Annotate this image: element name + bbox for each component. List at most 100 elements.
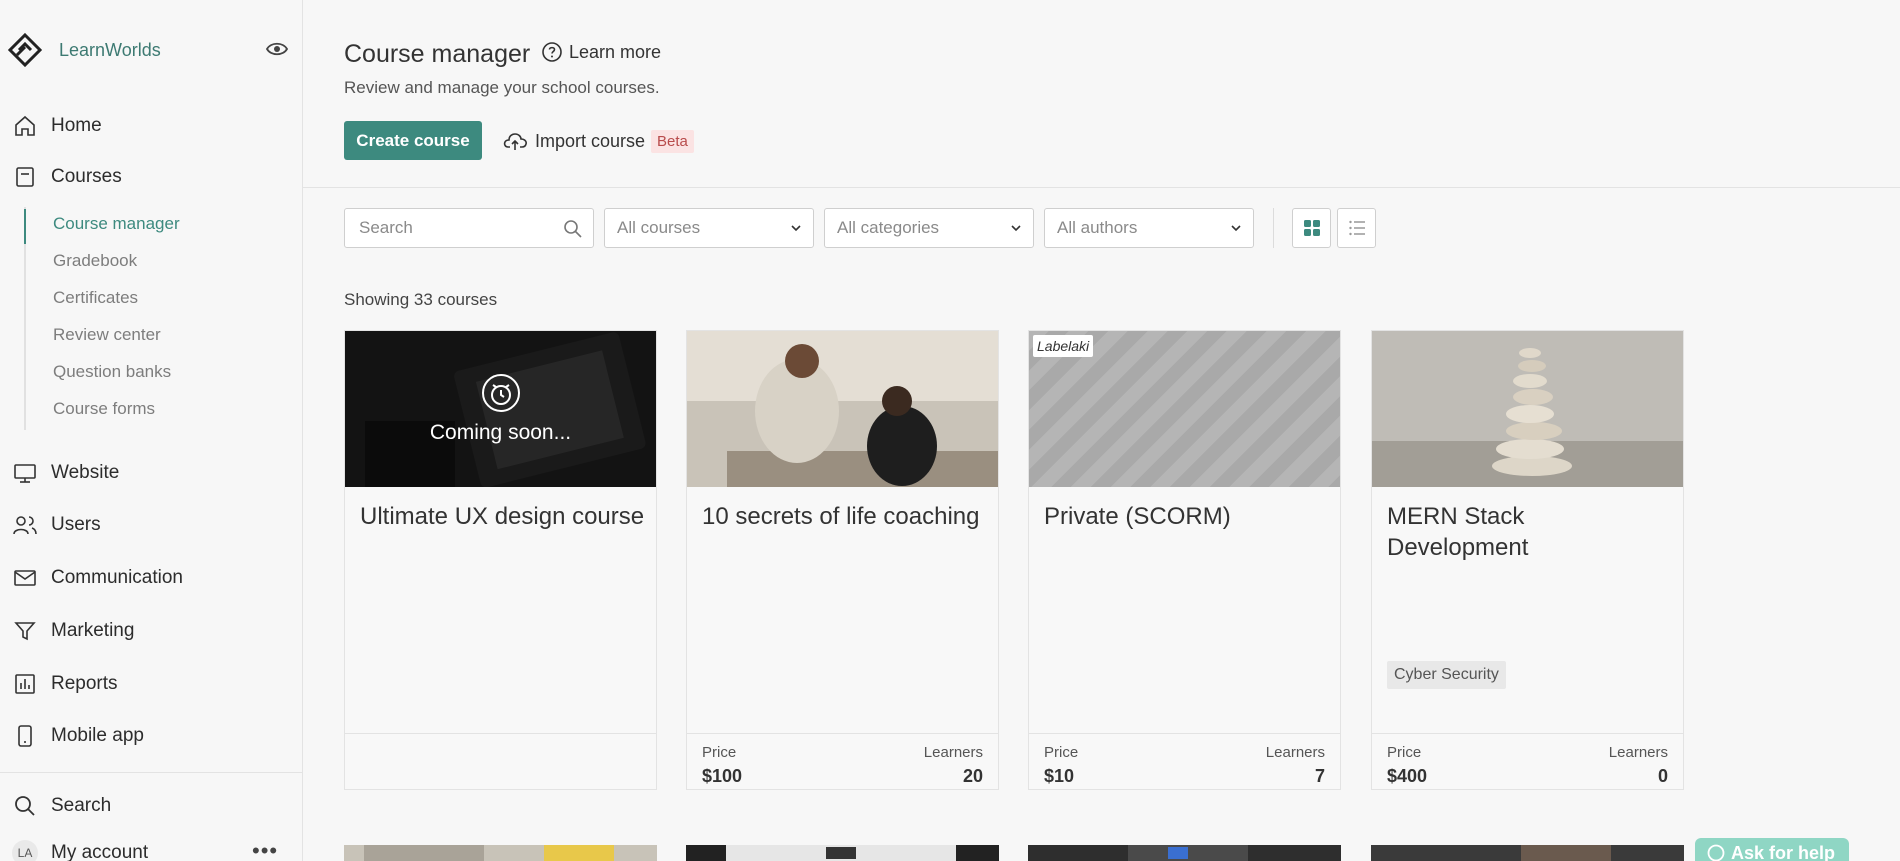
nav-label: Communication — [51, 567, 183, 588]
subnav-item-course-forms[interactable]: Course forms — [53, 399, 155, 419]
course-footer: Price $10 Learners 7 — [1029, 733, 1340, 790]
course-card-peek[interactable] — [1371, 845, 1684, 861]
nav-label: Courses — [51, 166, 122, 187]
course-card[interactable]: 10 secrets of life coaching Price $100 L… — [686, 330, 999, 790]
nav-item-website[interactable]: Website — [12, 457, 119, 489]
price-value: $400 — [1387, 766, 1428, 786]
home-icon — [12, 113, 38, 139]
filter-icon — [12, 618, 38, 644]
course-image — [726, 845, 956, 861]
subnav-item-certificates[interactable]: Certificates — [53, 288, 138, 308]
grid-view-button[interactable] — [1292, 208, 1331, 248]
subnav-item-gradebook[interactable]: Gradebook — [53, 251, 137, 271]
nav-item-search[interactable]: Search — [12, 790, 111, 822]
monitor-icon — [12, 460, 38, 486]
users-icon — [12, 512, 38, 538]
beta-badge: Beta — [651, 129, 694, 153]
search-icon — [12, 793, 38, 819]
authors-filter-select[interactable]: All authors — [1044, 208, 1254, 248]
nav-item-home[interactable]: Home — [12, 110, 102, 142]
course-card-peek[interactable] — [686, 845, 999, 861]
nav-item-reports[interactable]: Reports — [12, 668, 118, 700]
search-icon — [564, 220, 582, 238]
page-header: Course manager Learn more Review and man… — [303, 0, 1900, 188]
course-count: Showing 33 courses — [344, 290, 498, 309]
price-value: $10 — [1044, 766, 1075, 786]
chevron-down-icon — [1231, 225, 1241, 232]
my-account[interactable]: LA My account — [12, 840, 148, 861]
nav-label: Reports — [51, 673, 118, 694]
course-card[interactable]: Labelaki Private (SCORM) Price $10 Learn… — [1028, 330, 1341, 790]
course-label-badge: Labelaki — [1033, 335, 1094, 357]
search-field[interactable] — [344, 208, 594, 248]
avatar: LA — [12, 840, 38, 861]
price-label: Price — [702, 744, 737, 761]
learn-more-link[interactable]: Learn more — [541, 41, 661, 63]
sidebar-divider — [0, 772, 303, 773]
learners-value: 20 — [962, 766, 983, 786]
course-title[interactable]: Ultimate UX design course — [360, 501, 645, 532]
bar-chart-icon — [12, 671, 38, 697]
list-view-button[interactable] — [1337, 208, 1376, 248]
category-tag: Cyber Security — [1387, 661, 1506, 689]
authors-filter-value: All authors — [1057, 218, 1138, 237]
course-title[interactable]: MERN Stack Development — [1387, 501, 1672, 563]
nav-label: Users — [51, 514, 101, 535]
course-footer — [345, 733, 656, 790]
learners-value: 7 — [1314, 766, 1325, 786]
more-options-icon[interactable]: ••• — [252, 840, 278, 861]
course-thumbnail — [1372, 331, 1683, 487]
nav-label: Search — [51, 795, 112, 816]
brand-name: LearnWorlds — [59, 39, 161, 60]
course-title[interactable]: 10 secrets of life coaching — [702, 501, 987, 532]
active-indicator — [24, 209, 26, 244]
ask-for-help-button[interactable]: Ask for help — [1695, 838, 1849, 861]
ask-for-help-label: Ask for help — [1731, 842, 1836, 861]
course-card-peek[interactable] — [344, 845, 657, 861]
chevron-down-icon — [791, 225, 801, 232]
mail-icon — [12, 565, 38, 591]
learn-more-label: Learn more — [569, 41, 662, 62]
price-value: $100 — [702, 766, 743, 786]
coming-soon-text: Coming soon... — [429, 421, 572, 444]
course-card-peek[interactable] — [1028, 845, 1341, 861]
nav-label: Mobile app — [51, 725, 144, 746]
page-title: Course manager — [344, 40, 531, 68]
search-input[interactable] — [345, 209, 545, 247]
learners-label: Learners — [1608, 744, 1668, 761]
price-label: Price — [1044, 744, 1079, 761]
categories-filter-value: All categories — [837, 218, 940, 237]
courses-filter-select[interactable]: All courses — [604, 208, 814, 248]
course-thumbnail: Labelaki — [1029, 331, 1340, 487]
nav-item-communication[interactable]: Communication — [12, 562, 183, 594]
course-thumbnail: Coming soon... — [345, 331, 656, 487]
grid-icon — [1303, 220, 1320, 236]
nav-item-courses[interactable]: Courses — [12, 161, 122, 193]
subnav-item-review-center[interactable]: Review center — [53, 325, 161, 345]
learners-label: Learners — [1265, 744, 1325, 761]
create-course-button[interactable]: Create course — [344, 121, 482, 160]
import-course-label: Import course — [535, 130, 646, 151]
learnworlds-logo-icon — [8, 33, 42, 67]
categories-filter-select[interactable]: All categories — [824, 208, 1034, 248]
course-image — [1372, 331, 1683, 487]
alarm-clock-icon — [481, 374, 520, 412]
subnav-item-question-banks[interactable]: Question banks — [53, 362, 171, 382]
course-title[interactable]: Private (SCORM) — [1044, 501, 1329, 532]
import-course-button[interactable]: Import course Beta — [503, 125, 694, 157]
course-card[interactable]: Coming soon... Ultimate UX design course — [344, 330, 657, 790]
eye-icon[interactable] — [266, 40, 288, 58]
learners-label: Learners — [923, 744, 983, 761]
nav-item-users[interactable]: Users — [12, 509, 101, 541]
course-card[interactable]: MERN Stack Development Cyber Security Pr… — [1371, 330, 1684, 790]
price-label: Price — [1387, 744, 1422, 761]
brand[interactable]: LearnWorlds — [8, 30, 161, 70]
nav-item-marketing[interactable]: Marketing — [12, 615, 134, 647]
filter-divider — [1273, 208, 1274, 248]
mobile-icon — [12, 723, 38, 749]
page-subtitle: Review and manage your school courses. — [344, 78, 660, 97]
subnav-item-course-manager[interactable]: Course manager — [53, 214, 180, 234]
nav-item-mobile-app[interactable]: Mobile app — [12, 720, 144, 752]
account-label: My account — [51, 842, 149, 861]
chevron-down-icon — [1011, 225, 1021, 232]
